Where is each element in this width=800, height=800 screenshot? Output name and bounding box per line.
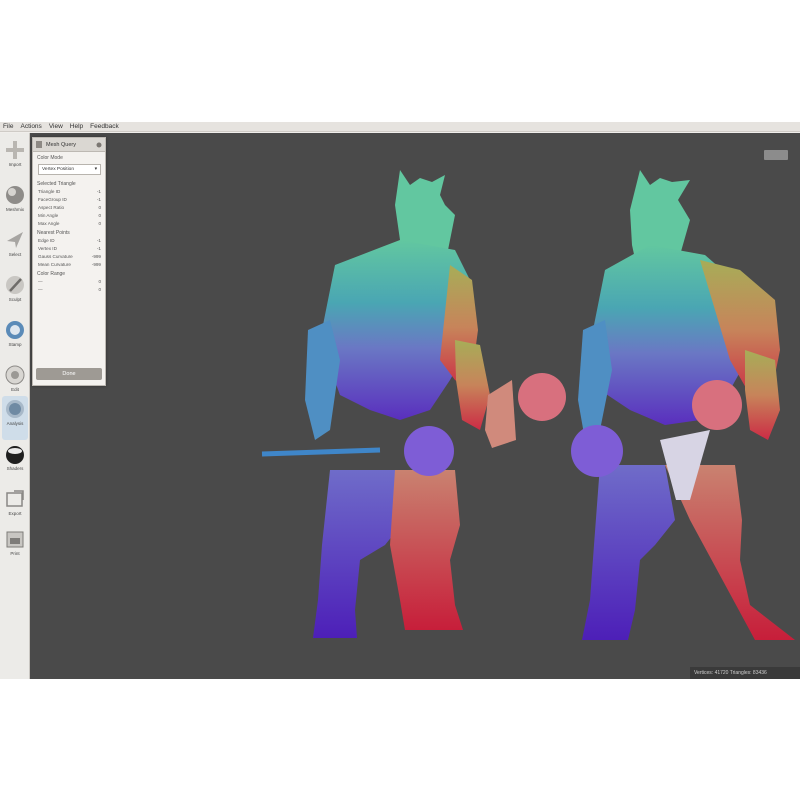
figure-right <box>571 170 795 640</box>
row-value: -1 <box>96 189 101 195</box>
row-value: -1 <box>96 238 101 244</box>
row-value: 0 <box>98 279 101 285</box>
mesh-query-panel: Mesh Query Color Mode Vertex Position ▾ … <box>32 137 106 386</box>
color-mode-value: Vertex Position <box>42 167 74 172</box>
row-min-angle: Min Angle 0 <box>33 211 105 219</box>
row-value: 0 <box>98 220 101 226</box>
row-value: 0 <box>98 212 101 218</box>
row-label: — <box>38 279 43 285</box>
row-value: -999 <box>91 253 101 259</box>
row-label: Gauss Curvature <box>38 253 73 259</box>
row-label: Mean Curvature <box>38 261 71 267</box>
row-triangle-id: Triangle ID -1 <box>33 188 105 196</box>
row-range-max[interactable]: —0 <box>33 286 105 294</box>
row-facegroup-id: FaceGroup ID -1 <box>33 196 105 204</box>
row-label: Max Angle <box>38 220 60 226</box>
nearest-points-header: Nearest Points <box>37 229 70 236</box>
row-range-min[interactable]: —0 <box>33 278 105 286</box>
panel-handle-icon[interactable] <box>36 141 42 148</box>
row-label: Min Angle <box>38 212 59 218</box>
row-mean-curvature: Mean Curvature -999 <box>33 260 105 268</box>
row-value: 0 <box>98 204 101 210</box>
row-value: -1 <box>96 246 101 252</box>
row-label: Vertex ID <box>38 246 57 252</box>
selected-triangle-header: Selected Triangle <box>37 181 76 187</box>
panel-header: Mesh Query <box>33 138 105 152</box>
row-label: FaceGroup ID <box>38 197 67 203</box>
row-label: — <box>38 287 43 293</box>
row-value: 0 <box>98 287 101 293</box>
row-label: Edge ID <box>38 238 55 244</box>
panel-title: Mesh Query <box>46 141 76 148</box>
row-gauss-curvature: Gauss Curvature -999 <box>33 252 105 260</box>
row-value: -1 <box>96 197 101 203</box>
gear-icon[interactable] <box>96 142 102 148</box>
row-label: Aspect Ratio <box>38 204 65 210</box>
row-label: Triangle ID <box>38 189 61 195</box>
color-mode-select[interactable]: Vertex Position ▾ <box>38 164 101 175</box>
row-aspect-ratio: Aspect Ratio 0 <box>33 204 105 212</box>
done-button[interactable]: Done <box>36 368 102 380</box>
chevron-down-icon: ▾ <box>94 167 97 172</box>
row-value: -999 <box>91 261 101 267</box>
model-figures <box>261 170 795 640</box>
figure-left <box>261 170 566 638</box>
row-edge-id: Edge ID -1 <box>33 237 105 245</box>
row-max-angle: Max Angle 0 <box>33 219 105 227</box>
color-mode-label: Color Mode <box>37 155 63 161</box>
color-range-header: Color Range <box>37 271 66 278</box>
row-vertex-id: Vertex ID -1 <box>33 245 105 253</box>
